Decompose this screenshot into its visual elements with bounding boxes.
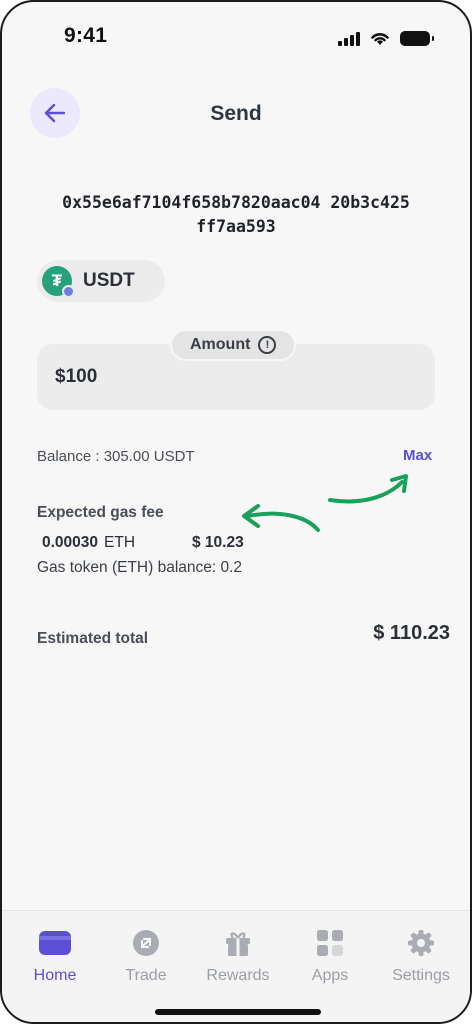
info-icon[interactable]: ! xyxy=(258,336,277,354)
annotation-arrow-to-gas-fee xyxy=(242,504,320,532)
nav-label-trade: Trade xyxy=(125,967,167,984)
max-button[interactable]: Max xyxy=(403,447,432,464)
nav-label-apps: Apps xyxy=(311,967,349,984)
usdt-logo-icon: ₮ xyxy=(42,266,75,298)
token-logo-glyph: ₮ xyxy=(51,271,63,290)
estimated-total-label: Estimated total xyxy=(37,630,149,647)
nav-item-apps[interactable]: Apps xyxy=(285,927,375,985)
wallet-icon xyxy=(39,927,71,959)
token-selector[interactable]: ₮ USDT xyxy=(37,260,165,302)
nav-item-trade[interactable]: Trade xyxy=(101,927,191,985)
wifi-icon xyxy=(371,33,389,45)
status-icons xyxy=(338,28,434,46)
estimated-total-value: $ 110.23 xyxy=(373,622,450,644)
nav-item-settings[interactable]: Settings xyxy=(376,927,466,985)
amount-label-text: Amount xyxy=(190,336,251,353)
gift-icon xyxy=(222,927,254,959)
recipient-address: 0x55e6af7104f658b7820aac04 20b3c425ff7aa… xyxy=(62,193,410,236)
apps-icon xyxy=(314,927,346,959)
status-time: 9:41 xyxy=(64,24,108,47)
bottom-navigation: Home Trade Rewards Apps Settings xyxy=(2,910,470,1022)
gas-token-balance: Gas token (ETH) balance: 0.2 xyxy=(37,559,243,576)
balance-text: Balance : 305.00 USDT xyxy=(37,448,195,465)
nav-label-home: Home xyxy=(33,967,77,984)
gas-fee-heading: Expected gas fee xyxy=(37,504,164,521)
page-title: Send xyxy=(210,102,262,125)
amount-label: Amount ! xyxy=(170,329,297,361)
gas-fee-eth-amount: 0.00030 xyxy=(42,534,99,551)
gas-fee-eth: 0.00030 ETH xyxy=(42,534,135,552)
cellular-signal-icon xyxy=(338,32,360,46)
gear-icon xyxy=(405,927,437,959)
amount-value: $100 xyxy=(55,366,98,387)
gas-fee-usd: $ 10.23 xyxy=(192,534,244,551)
battery-icon xyxy=(400,31,434,46)
nav-label-settings: Settings xyxy=(392,967,450,984)
token-symbol: USDT xyxy=(83,270,135,291)
gas-fee-eth-unit: ETH xyxy=(104,534,136,551)
trade-icon xyxy=(130,927,162,959)
nav-label-rewards: Rewards xyxy=(206,967,270,984)
annotation-arrow-to-max xyxy=(328,474,408,504)
home-indicator xyxy=(155,1009,321,1015)
nav-item-home[interactable]: Home xyxy=(10,927,100,985)
nav-item-rewards[interactable]: Rewards xyxy=(193,927,283,985)
phone-frame: 9:41 Send 0x55e6af7104f658b7820aac04 20b… xyxy=(0,0,472,1024)
ethereum-network-badge-icon xyxy=(62,285,75,298)
